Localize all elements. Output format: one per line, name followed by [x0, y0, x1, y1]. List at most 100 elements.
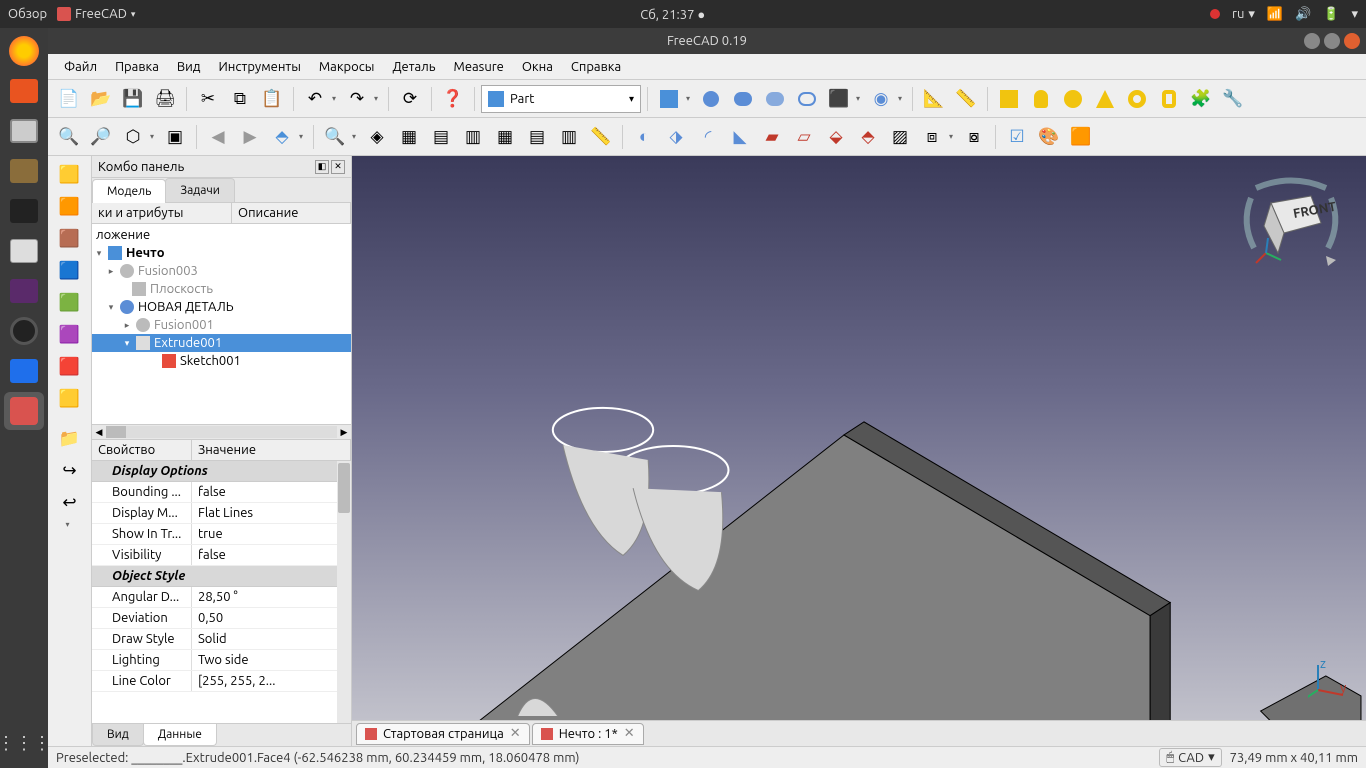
prop-displaymode[interactable]: Display M...Flat Lines	[92, 503, 351, 524]
keyboard-layout[interactable]: ru ▾	[1232, 7, 1255, 22]
prim-sphere-icon[interactable]	[1058, 84, 1088, 114]
3d-viewport[interactable]: FRONT z y Стартовая страница ✕	[352, 156, 1366, 746]
part-thickness-icon[interactable]: ⧇	[959, 122, 989, 152]
prim-other-icon[interactable]: 🧩	[1186, 84, 1216, 114]
prim-cylinder-icon[interactable]	[1026, 84, 1056, 114]
refresh-button[interactable]: ⟳	[395, 84, 425, 114]
prop-drawstyle[interactable]: Draw StyleSolid	[92, 629, 351, 650]
prim-cone-icon[interactable]	[1090, 84, 1120, 114]
launcher-screenshot[interactable]	[4, 112, 44, 150]
part-cross-icon[interactable]: ▨	[885, 122, 915, 152]
tab-data[interactable]: Данные	[143, 724, 217, 746]
part-loft-icon[interactable]: ▱	[789, 122, 819, 152]
shape-builder-icon[interactable]: 🔧	[1218, 84, 1248, 114]
menu-tools[interactable]: Инструменты	[210, 57, 308, 77]
part-offset3d-icon[interactable]: ⧈	[917, 122, 947, 152]
tab-view[interactable]: Вид	[92, 724, 144, 746]
zoom-icon[interactable]: 🔍	[320, 122, 350, 152]
side-icon-2[interactable]: 🟧	[55, 192, 85, 222]
doctab-start[interactable]: Стартовая страница ✕	[356, 723, 530, 745]
prop-lighting[interactable]: LightingTwo side	[92, 650, 351, 671]
close-icon[interactable]: ✕	[510, 726, 521, 741]
rear-view-icon[interactable]: ▦	[490, 122, 520, 152]
side-export-icon[interactable]: ↪	[55, 456, 85, 486]
undo-button[interactable]: ↶	[300, 84, 330, 114]
tab-tasks[interactable]: Задачи	[165, 178, 235, 202]
nav-fwd-icon[interactable]: ▶	[235, 122, 265, 152]
launcher-obs[interactable]	[4, 312, 44, 350]
bbox-icon[interactable]: ▣	[160, 122, 190, 152]
cut-button[interactable]: ✂	[193, 84, 223, 114]
bottom-view-icon[interactable]: ▤	[522, 122, 552, 152]
window-maximize[interactable]	[1324, 33, 1340, 49]
tree-item-extrude001[interactable]: ▾Extrude001	[92, 334, 351, 352]
menu-view[interactable]: Вид	[169, 57, 209, 77]
network-icon[interactable]: 📶	[1267, 7, 1283, 22]
new-doc-button[interactable]: 📄	[54, 84, 84, 114]
combo-float-icon[interactable]: ◧	[315, 160, 329, 174]
prop-deviation[interactable]: Deviation0,50	[92, 608, 351, 629]
prim-tube-icon[interactable]	[1154, 84, 1184, 114]
tree-item-plane[interactable]: Плоскость	[92, 280, 351, 298]
model-tree[interactable]: ложение ▾Нечто ▸Fusion003 Плоскость ▾НОВ…	[92, 224, 351, 424]
part-mirror-icon[interactable]: ⬗	[661, 122, 691, 152]
part-ruled-icon[interactable]: ▰	[757, 122, 787, 152]
system-menu-caret[interactable]: ▾	[1351, 7, 1358, 22]
side-icon-7[interactable]: 🟥	[55, 352, 85, 382]
launcher-calc[interactable]	[4, 232, 44, 270]
clock[interactable]: Сб, 21:37 ●	[640, 8, 705, 22]
doctab-nechto[interactable]: Нечто : 1* ✕	[532, 723, 644, 745]
tab-model[interactable]: Модель	[92, 179, 166, 203]
front-view-icon[interactable]: ▦	[394, 122, 424, 152]
battery-icon[interactable]: 🔋	[1323, 7, 1339, 22]
draw-style-icon[interactable]: ⬡	[118, 122, 148, 152]
launcher-freecad[interactable]	[4, 392, 44, 430]
nav-back-icon[interactable]: ◀	[203, 122, 233, 152]
tree-item-sketch001[interactable]: Sketch001	[92, 352, 351, 370]
prop-visibility[interactable]: Visibilityfalse	[92, 545, 351, 566]
redo-button[interactable]: ↷	[342, 84, 372, 114]
menu-edit[interactable]: Правка	[107, 57, 167, 77]
linked-icon[interactable]: ⬘	[267, 122, 297, 152]
menu-measure[interactable]: Measure	[446, 57, 512, 77]
combo-close-icon[interactable]: ✕	[331, 160, 345, 174]
side-folder-icon[interactable]: 📁	[55, 424, 85, 454]
tree-item-fusion001[interactable]: ▸Fusion001	[92, 316, 351, 334]
side-icon-1[interactable]: 🟨	[55, 160, 85, 190]
prop-angular[interactable]: Angular D...28,50 °	[92, 587, 351, 608]
menu-windows[interactable]: Окна	[514, 57, 561, 77]
nav-style-chip[interactable]: 🖱 CAD ▾	[1159, 748, 1221, 767]
part-extrude-icon[interactable]	[654, 84, 684, 114]
part-chamfer-icon[interactable]: ◣	[725, 122, 755, 152]
open-doc-button[interactable]: 📂	[86, 84, 116, 114]
side-icon-4[interactable]: 🟦	[55, 256, 85, 286]
part-fillet-icon[interactable]: ◜	[693, 122, 723, 152]
side-icon-6[interactable]: 🟪	[55, 320, 85, 350]
tree-hscroll[interactable]: ◀▶	[92, 424, 351, 440]
part-sweep-icon[interactable]: ⬙	[821, 122, 851, 152]
color-per-face-icon[interactable]: 🟧	[1066, 122, 1096, 152]
props-vscroll[interactable]	[337, 461, 351, 723]
side-import-icon[interactable]: ↩	[55, 488, 85, 518]
fit-sel-icon[interactable]: 🔎	[86, 122, 116, 152]
appearance-icon[interactable]: 🎨	[1034, 122, 1064, 152]
volume-icon[interactable]: 🔊	[1295, 7, 1311, 22]
tree-doc-row[interactable]: ▾Нечто	[92, 244, 351, 262]
tree-header-desc[interactable]: Описание	[232, 203, 351, 223]
bool-xor-icon[interactable]	[792, 84, 822, 114]
menu-macros[interactable]: Макросы	[311, 57, 383, 77]
prop-bounding[interactable]: Bounding ...false	[92, 482, 351, 503]
navigation-cube[interactable]: FRONT	[1236, 168, 1346, 268]
part-section-icon[interactable]: ⬘	[853, 122, 883, 152]
prop-showintree[interactable]: Show In Tr...true	[92, 524, 351, 545]
window-close[interactable]	[1344, 33, 1360, 49]
paste-button[interactable]: 📋	[257, 84, 287, 114]
workbench-selector[interactable]: Part ▾	[481, 85, 641, 113]
measure-linear-icon[interactable]: 📐	[919, 84, 949, 114]
property-editor[interactable]: Display Options Bounding ...false Displa…	[92, 461, 351, 723]
tree-item-newpart[interactable]: ▾НОВАЯ ДЕТАЛЬ	[92, 298, 351, 316]
print-button[interactable]: 🖨	[150, 84, 180, 114]
launcher-item-brown[interactable]	[4, 152, 44, 190]
top-view-icon[interactable]: ▤	[426, 122, 456, 152]
bool-intersect-icon[interactable]	[760, 84, 790, 114]
